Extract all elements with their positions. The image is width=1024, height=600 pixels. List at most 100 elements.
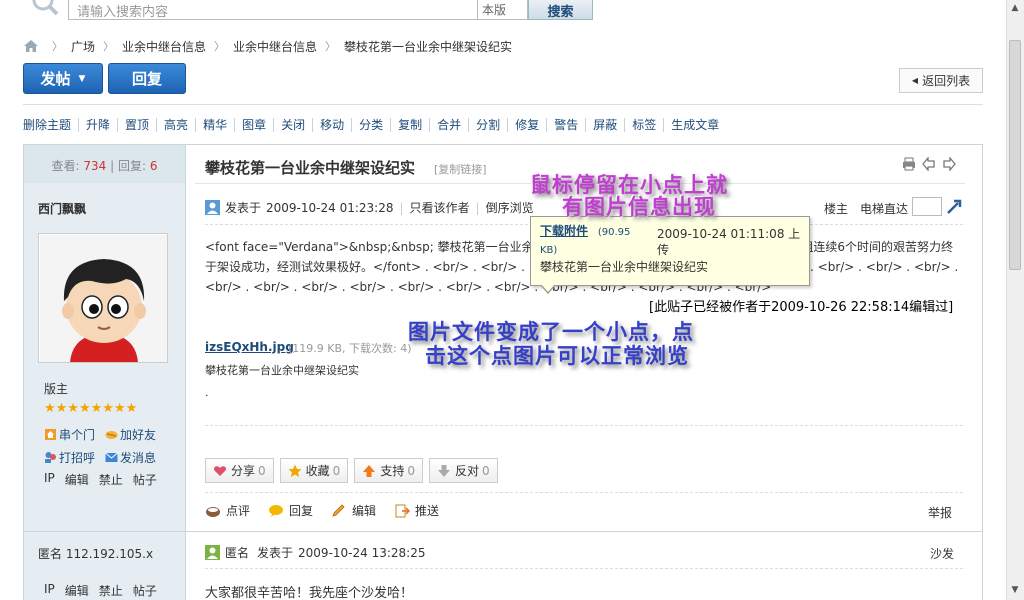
download-attachment-link[interactable]: 下载附件 bbox=[540, 224, 588, 238]
avatar[interactable] bbox=[38, 233, 168, 363]
envelope-icon bbox=[105, 452, 118, 462]
admin-tag[interactable]: 标签 bbox=[624, 118, 663, 132]
annotation-text: 击这个点图片可以正常浏览 bbox=[425, 343, 689, 368]
breadcrumb-forum[interactable]: 业余中继台信息 bbox=[233, 38, 317, 55]
push-document-icon bbox=[395, 504, 411, 518]
add-friend-label: 加好友 bbox=[120, 428, 157, 442]
post-button[interactable]: 发帖 ▼ bbox=[23, 63, 103, 94]
admin-generate-article[interactable]: 生成文章 bbox=[663, 118, 726, 132]
admin-delete-thread[interactable]: 删除主题 bbox=[23, 118, 78, 132]
oppose-label: 反对 bbox=[454, 464, 479, 478]
user-posts-link[interactable]: 帖子 bbox=[133, 582, 157, 599]
stats-separator: | bbox=[110, 159, 115, 173]
admin-highlight[interactable]: 高亮 bbox=[156, 118, 195, 132]
tooltip-size-unit: KB) bbox=[540, 245, 558, 256]
tooltip-upload-time: 2009-10-24 01:11:08 上传 bbox=[657, 227, 801, 257]
add-friend-link[interactable]: 加好友 bbox=[105, 426, 156, 443]
jump-arrow-icon[interactable] bbox=[946, 199, 962, 215]
print-icon[interactable] bbox=[902, 157, 916, 171]
admin-ban[interactable]: 屏蔽 bbox=[585, 118, 624, 132]
vote-buttons: 分享 0 收藏 0 支持 0 反对 0 bbox=[205, 458, 498, 483]
support-count: 0 bbox=[407, 463, 415, 478]
admin-stamp[interactable]: 图章 bbox=[234, 118, 273, 132]
admin-split[interactable]: 分割 bbox=[468, 118, 507, 132]
home-icon[interactable] bbox=[24, 40, 38, 52]
send-message-link[interactable]: 发消息 bbox=[105, 449, 156, 466]
favorite-button[interactable]: 收藏 0 bbox=[279, 458, 349, 483]
jump-floor-input[interactable] bbox=[912, 197, 942, 216]
tooltip-arrow-fill bbox=[541, 284, 555, 292]
admin-repair[interactable]: 修复 bbox=[507, 118, 546, 132]
breadcrumb-category[interactable]: 业余中继台信息 bbox=[122, 38, 206, 55]
tooltip-size: (90.95 bbox=[597, 227, 631, 238]
visit-home-link[interactable]: 串个门 bbox=[44, 426, 95, 443]
breadcrumb-square[interactable]: 广场 bbox=[71, 38, 95, 55]
send-message-label: 发消息 bbox=[120, 451, 157, 465]
ban-user-link[interactable]: 禁止 bbox=[99, 471, 123, 488]
search-button[interactable]: 搜索 bbox=[528, 0, 593, 20]
user-offline-icon bbox=[205, 545, 220, 560]
reply-button[interactable]: 回复 bbox=[108, 63, 186, 94]
post2-floor-label: 沙发 bbox=[930, 547, 955, 561]
report-link[interactable]: 举报 bbox=[928, 504, 952, 521]
next-thread-icon[interactable] bbox=[942, 157, 956, 171]
views-label: 查看: bbox=[51, 159, 80, 173]
admin-move[interactable]: 移动 bbox=[312, 118, 351, 132]
version-select[interactable]: 本版 bbox=[478, 0, 528, 20]
admin-warn[interactable]: 警告 bbox=[546, 118, 585, 132]
back-to-list-button[interactable]: ◀ 返回列表 bbox=[899, 68, 983, 93]
user-actions: 串个门 加好友 打招呼 发消息 bbox=[44, 426, 184, 472]
scrollbar[interactable]: ▲ ▼ bbox=[1006, 0, 1024, 600]
thread-title: 攀枝花第一台业余中继架设纪实 bbox=[205, 159, 416, 177]
scrollbar-thumb[interactable] bbox=[1009, 40, 1021, 270]
user-online-icon bbox=[205, 200, 220, 215]
speech-bubble-icon bbox=[269, 505, 284, 517]
attachment-image-dot[interactable]: . bbox=[205, 386, 209, 399]
comment-link[interactable]: 点评 bbox=[205, 502, 250, 519]
admin-digest[interactable]: 精华 bbox=[195, 118, 234, 132]
edit-user-link[interactable]: 编辑 bbox=[65, 582, 89, 599]
search-input[interactable]: 请输入搜索内容 bbox=[68, 0, 478, 20]
user-posts-link[interactable]: 帖子 bbox=[133, 471, 157, 488]
post1-admin-links: IP 编辑 禁止 帖子 bbox=[44, 471, 157, 488]
breadcrumb-thread[interactable]: 攀枝花第一台业余中继架设纪实 bbox=[344, 38, 512, 55]
oppose-button[interactable]: 反对 0 bbox=[428, 458, 498, 483]
ip-link[interactable]: IP bbox=[44, 471, 55, 488]
edit-user-link[interactable]: 编辑 bbox=[65, 471, 89, 488]
share-count: 0 bbox=[258, 463, 266, 478]
ip-link[interactable]: IP bbox=[44, 582, 55, 599]
divider bbox=[205, 492, 963, 493]
post2-author: 匿名 112.192.105.x bbox=[38, 547, 154, 561]
breadcrumb-separator: 〉 bbox=[103, 40, 115, 53]
post-button-label: 发帖 bbox=[40, 70, 71, 88]
share-button[interactable]: 分享 0 bbox=[205, 458, 274, 483]
admin-copy[interactable]: 复制 bbox=[390, 118, 429, 132]
breadcrumb: 〉 广场 〉 业余中继台信息 〉 业余中继台信息 〉 攀枝花第一台业余中继架设纪… bbox=[24, 38, 512, 54]
reply-link[interactable]: 回复 bbox=[268, 502, 313, 519]
push-link[interactable]: 推送 bbox=[394, 502, 439, 519]
admin-sticky[interactable]: 置顶 bbox=[117, 118, 156, 132]
greet-link[interactable]: 打招呼 bbox=[44, 449, 95, 466]
reply-label: 回复 bbox=[289, 504, 314, 518]
edit-link[interactable]: 编辑 bbox=[331, 502, 376, 519]
admin-close[interactable]: 关闭 bbox=[273, 118, 312, 132]
admin-merge[interactable]: 合并 bbox=[429, 118, 468, 132]
author-only-link[interactable]: 只看该作者 bbox=[410, 199, 470, 216]
attachment-link[interactable]: izsEQxHh.jpg bbox=[205, 340, 294, 354]
admin-bump[interactable]: 升降 bbox=[78, 118, 117, 132]
support-button[interactable]: 支持 0 bbox=[354, 458, 423, 483]
oppose-count: 0 bbox=[481, 463, 490, 478]
post2-admin-links: IP 编辑 禁止 帖子 bbox=[44, 582, 157, 599]
prev-thread-icon[interactable] bbox=[922, 157, 936, 171]
copy-link[interactable]: [复制链接] bbox=[434, 161, 487, 177]
scroll-up-icon[interactable]: ▲ bbox=[1009, 3, 1021, 15]
ban-user-link[interactable]: 禁止 bbox=[99, 582, 123, 599]
replies-label: 回复: bbox=[117, 159, 147, 173]
heart-icon bbox=[213, 465, 227, 476]
author-name[interactable]: 西门飘飘 bbox=[38, 200, 86, 217]
scroll-down-icon[interactable]: ▼ bbox=[1009, 585, 1021, 597]
reverse-order-link[interactable]: 倒序浏览 bbox=[486, 199, 534, 216]
visit-home-label: 串个门 bbox=[59, 428, 96, 442]
floor-label: 楼主 bbox=[824, 202, 849, 216]
admin-category[interactable]: 分类 bbox=[351, 118, 390, 132]
